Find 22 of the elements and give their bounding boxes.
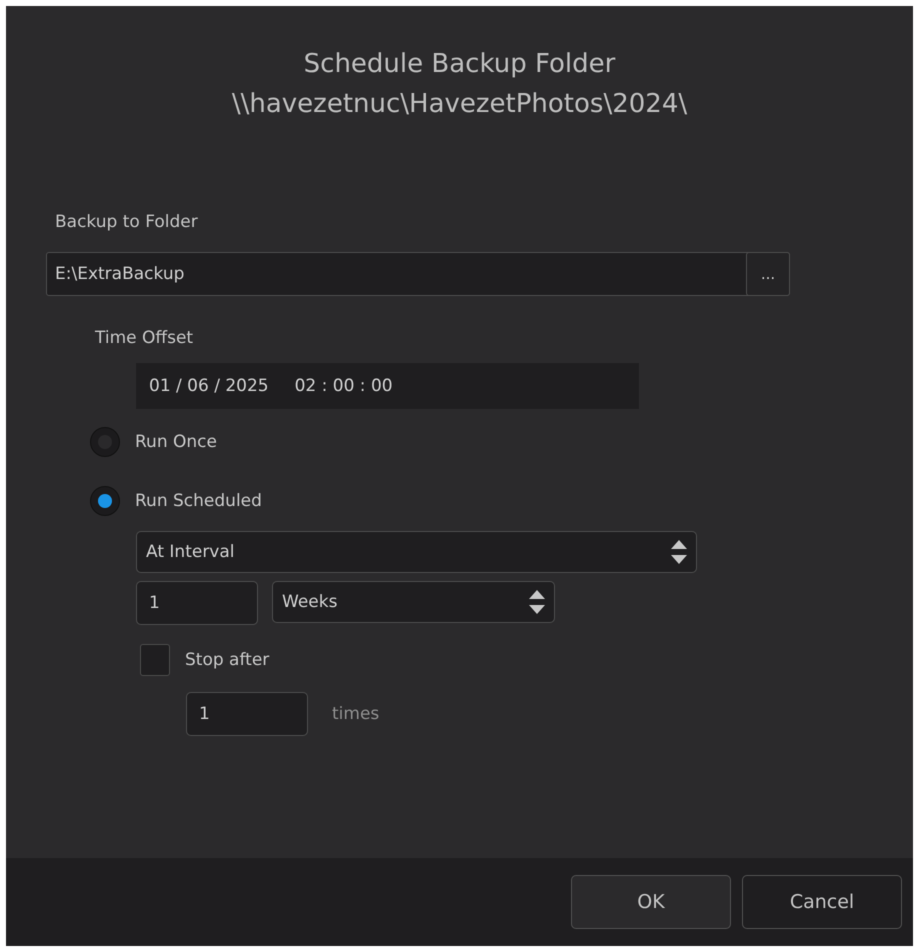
folder-path-field[interactable]: E:\ExtraBackup ... [46,252,790,296]
radio-button[interactable] [90,427,120,457]
dialog-button[interactable]: Cancel [742,875,902,929]
folder-path-heading: \\havezetnuc\HavezetPhotos\2024\ [230,88,688,121]
dialog-button[interactable]: OK [571,875,731,929]
browse-button[interactable]: ... [746,252,790,296]
time-value: 02 : 00 : 00 [294,376,393,396]
dialog-title: Schedule Backup Folder [302,48,616,81]
unit-dropdown[interactable]: Weeks [272,581,555,623]
radio-label[interactable]: Run Once [135,432,217,452]
schedule-dropdown[interactable]: At Interval [136,531,697,573]
radio-label[interactable]: Run Scheduled [135,491,262,511]
radio-button[interactable] [90,486,120,516]
unit-label: times [332,704,380,724]
checkbox-label[interactable]: Stop after [185,650,270,670]
date-time-field[interactable]: 01 / 06 / 2025 02 : 00 : 00 [136,363,639,409]
count-field[interactable]: 1 [186,692,308,736]
field-label: Time Offset [95,328,194,348]
interval-field[interactable]: 1 [136,581,258,625]
field-label: Backup to Folder [55,212,199,232]
date-value: 01 / 06 / 2025 [149,376,269,396]
checkbox[interactable] [140,644,170,676]
